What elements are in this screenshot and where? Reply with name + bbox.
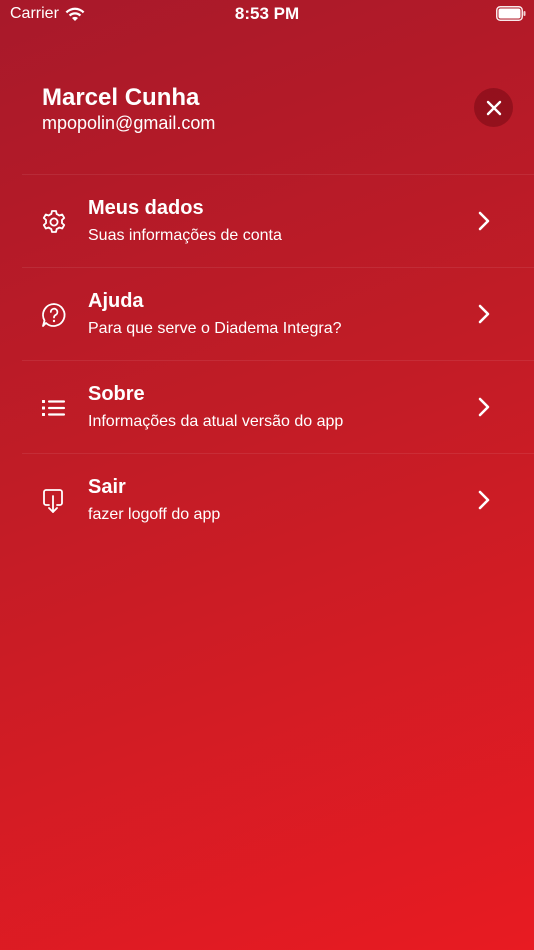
- help-bubble-icon: [42, 303, 66, 327]
- menu-item-sair[interactable]: Sair fazer logoff do app: [22, 453, 534, 546]
- menu-item-subtitle: fazer logoff do app: [88, 506, 221, 523]
- clock: 8:53 PM: [234, 4, 300, 23]
- menu-item-sobre[interactable]: Sobre Informações da atual versão do app: [22, 360, 534, 453]
- menu-item-subtitle: Para que serve o Diadema Integra?: [88, 320, 342, 337]
- list-icon: [42, 400, 65, 416]
- battery-icon: [496, 6, 526, 21]
- menu-item-text: Sobre Informações da atual versão do app: [88, 382, 343, 432]
- menu-item-title: Meus dados: [88, 197, 204, 219]
- menu-item-title: Sair: [88, 476, 126, 498]
- chevron-right-icon: [478, 490, 490, 510]
- menu-item-meus-dados[interactable]: Meus dados Suas informações de conta: [22, 174, 534, 267]
- close-icon: [486, 100, 501, 115]
- user-name: Marcel Cunha: [42, 84, 200, 111]
- menu-item-subtitle: Informações da atual versão do app: [88, 413, 344, 430]
- menu-item-subtitle: Suas informações de conta: [88, 227, 282, 244]
- gear-icon: [42, 210, 66, 233]
- status-bar: Carrier 8:53 PM: [0, 0, 534, 30]
- menu-item-ajuda[interactable]: Ajuda Para que serve o Diadema Integra?: [22, 267, 534, 360]
- user-email: mpopolin@gmail.com: [42, 113, 216, 133]
- chevron-right-icon: [478, 304, 490, 324]
- logout-icon: [43, 489, 63, 513]
- menu-item-text: Ajuda Para que serve o Diadema Integra?: [88, 289, 341, 339]
- menu-item-title: Sobre: [88, 383, 145, 405]
- menu-item-text: Meus dados Suas informações de conta: [88, 196, 282, 246]
- chevron-right-icon: [478, 211, 490, 231]
- close-button[interactable]: [474, 88, 513, 127]
- menu-list: Meus dados Suas informações de conta Aju…: [0, 174, 534, 546]
- chevron-right-icon: [478, 397, 490, 417]
- menu-item-text: Sair fazer logoff do app: [88, 475, 220, 525]
- menu-item-title: Ajuda: [88, 290, 144, 312]
- user-header: Marcel Cunha mpopolin@gmail.com: [42, 84, 215, 134]
